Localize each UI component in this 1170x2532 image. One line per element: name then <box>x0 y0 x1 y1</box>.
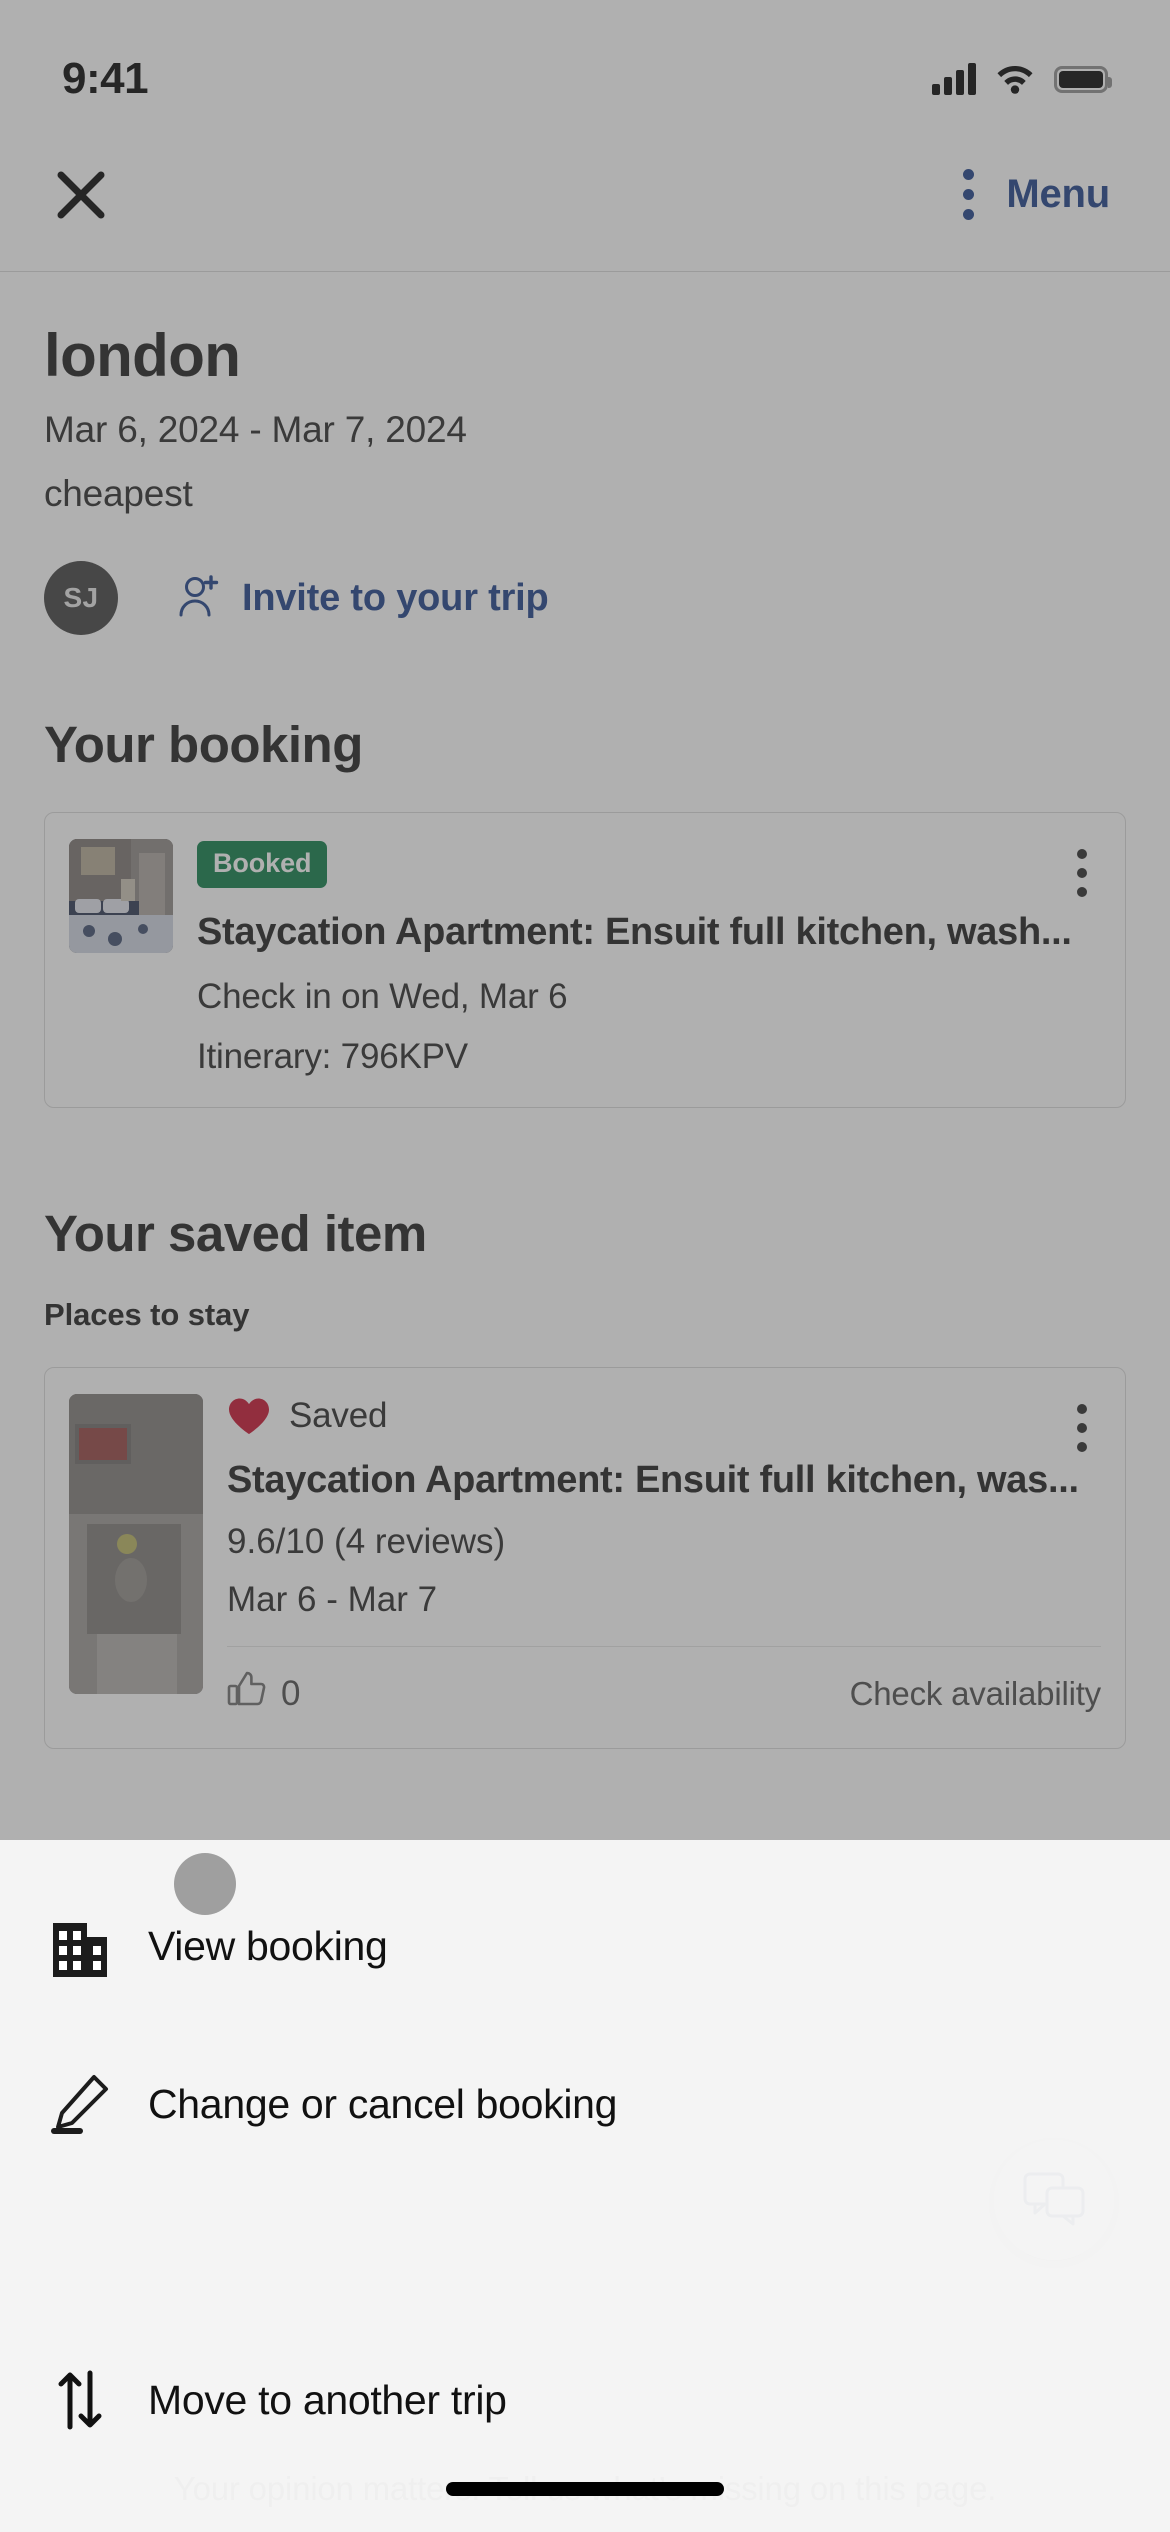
sheet-item-label: View booking <box>148 1922 388 1969</box>
action-sheet: View booking Change or cancel booking Mo… <box>0 1840 1170 2532</box>
home-indicator <box>446 2482 724 2496</box>
move-arrows-icon <box>46 2369 114 2431</box>
sheet-item-label: Change or cancel booking <box>148 2080 618 2127</box>
sheet-item-view-booking[interactable]: View booking <box>0 1878 1170 2014</box>
sheet-item-move-to-another-trip[interactable]: Move to another trip <box>0 2332 1170 2468</box>
touch-ripple <box>174 1853 236 1915</box>
pencil-edit-icon <box>46 2073 114 2135</box>
sheet-item-label: Move to another trip <box>148 2376 507 2423</box>
building-icon <box>46 1915 114 1977</box>
sheet-item-change-or-cancel-booking[interactable]: Change or cancel booking <box>0 2036 1170 2172</box>
